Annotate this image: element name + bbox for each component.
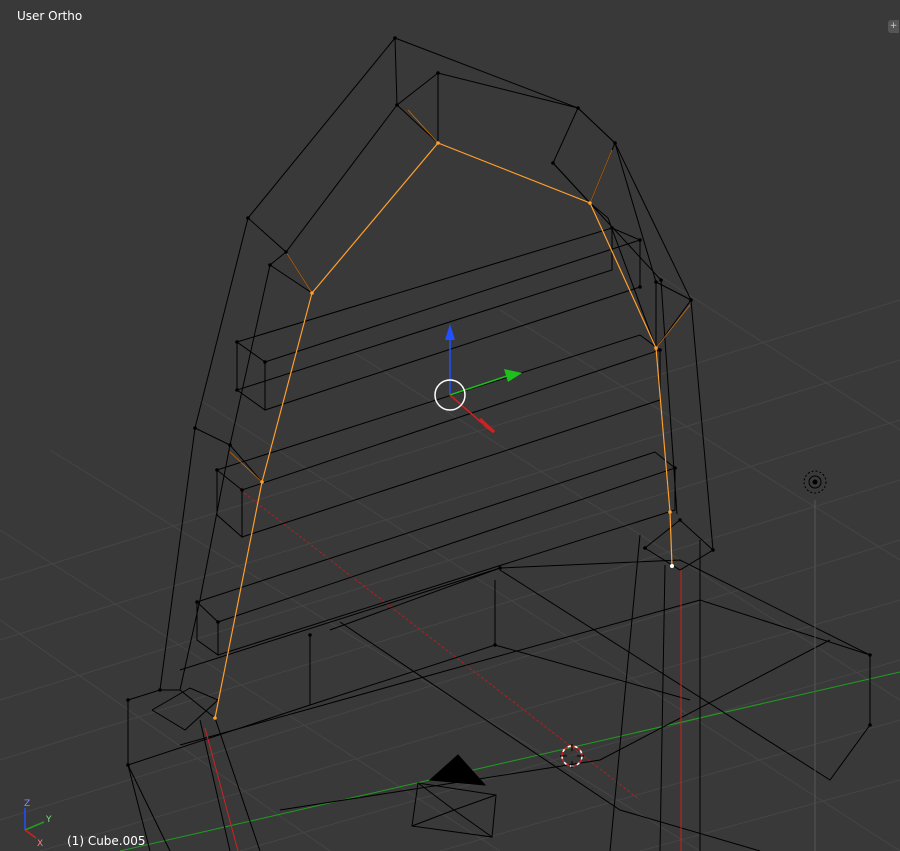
active-vertex	[670, 564, 674, 568]
selected-vertices	[213, 141, 672, 720]
3d-viewport[interactable]: Z Y X User Ortho (1) Cube.005 +	[0, 0, 900, 851]
active-object-label: (1) Cube.005	[67, 834, 146, 848]
red-edges	[204, 570, 682, 851]
view-mode-label: User Ortho	[17, 9, 83, 23]
arch-wireframe	[127, 37, 714, 851]
axis-y-label: Y	[45, 815, 52, 825]
vertices	[126, 36, 872, 767]
lamp-icon[interactable]	[803, 470, 827, 494]
axis-z-label: Z	[24, 799, 30, 809]
base-wireframe	[127, 500, 871, 851]
scene-canvas[interactable]: Z Y X	[0, 0, 900, 851]
axis-orientation-icon: Z Y X	[24, 799, 52, 849]
axis-x-label: X	[37, 839, 43, 849]
viewport-split-widget[interactable]: +	[888, 20, 899, 33]
3d-cursor-icon[interactable]	[560, 744, 584, 768]
